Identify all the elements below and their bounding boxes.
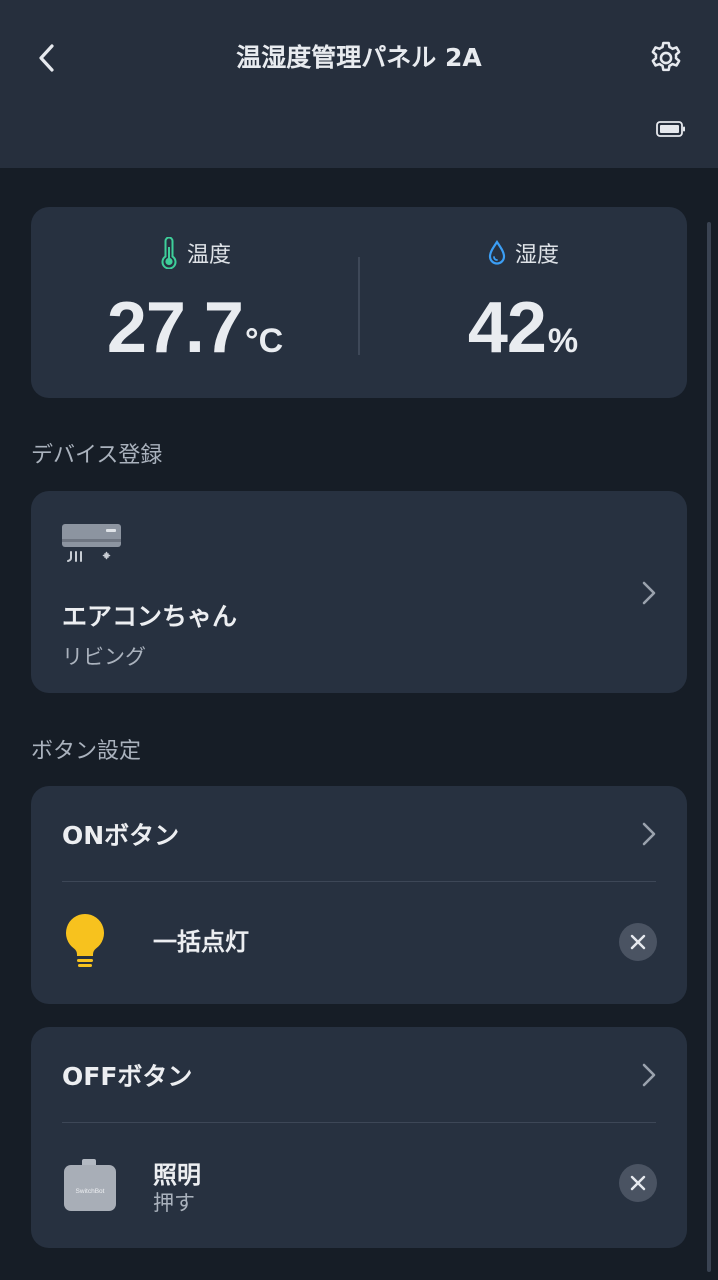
close-icon	[630, 934, 646, 950]
switchbot-brand: SwitchBot	[76, 1188, 105, 1195]
temperature-panel: 温度 27.7°C	[31, 207, 359, 398]
device-name: エアコンちゃん	[62, 602, 238, 631]
chevron-left-icon	[39, 44, 54, 72]
humidity-panel: 湿度 42%	[359, 207, 687, 398]
on-button-card: ONボタン 一括点灯	[31, 786, 687, 1004]
chevron-right-icon	[642, 581, 656, 605]
remove-off-action-button[interactable]	[619, 1164, 657, 1202]
thermometer-icon	[161, 237, 177, 269]
temperature-label: 温度	[186, 243, 231, 268]
settings-button[interactable]	[644, 36, 688, 80]
top-bar: 温湿度管理パネル 2A	[0, 0, 718, 168]
humidity-reading: 42%	[359, 287, 687, 369]
off-button-title: OFFボタン	[62, 1062, 193, 1091]
temperature-value: 27.7	[106, 288, 244, 368]
temperature-unit: °C	[244, 322, 284, 360]
button-section-label: ボタン設定	[31, 739, 142, 764]
remove-on-action-button[interactable]	[619, 923, 657, 961]
chevron-right-icon	[642, 1063, 656, 1087]
off-button-row[interactable]: OFFボタン	[31, 1027, 687, 1122]
device-card[interactable]: エアコンちゃん リビング	[31, 491, 687, 693]
humidity-value: 42	[467, 288, 547, 368]
device-section-label: デバイス登録	[31, 443, 163, 468]
on-button-title: ONボタン	[62, 821, 180, 850]
chevron-right-icon	[642, 822, 656, 846]
on-button-row[interactable]: ONボタン	[31, 786, 687, 881]
gear-icon	[651, 41, 681, 72]
page-title: 温湿度管理パネル 2A	[236, 43, 482, 72]
back-button[interactable]	[26, 38, 66, 78]
environment-card: 温度 27.7°C 湿度 42%	[31, 207, 687, 398]
battery-full-icon	[656, 121, 685, 137]
off-button-card: OFFボタン SwitchBot 照明 押す	[31, 1027, 687, 1248]
light-bulb-icon	[65, 914, 105, 967]
off-action-name: 照明	[153, 1161, 201, 1189]
humidity-label: 湿度	[514, 243, 559, 268]
close-icon	[630, 1175, 646, 1191]
air-conditioner-icon	[62, 524, 121, 562]
scrollbar[interactable]	[707, 222, 711, 1272]
off-action-item: SwitchBot 照明 押す	[31, 1123, 687, 1248]
off-action-sub: 押す	[153, 1191, 195, 1215]
water-drop-icon	[488, 240, 506, 265]
temperature-reading: 27.7°C	[31, 287, 359, 369]
on-action-item: 一括点灯	[31, 882, 687, 1004]
device-room: リビング	[62, 645, 146, 669]
humidity-unit: %	[547, 322, 579, 360]
switchbot-bot-icon: SwitchBot	[64, 1159, 116, 1211]
on-action-name: 一括点灯	[153, 928, 249, 956]
